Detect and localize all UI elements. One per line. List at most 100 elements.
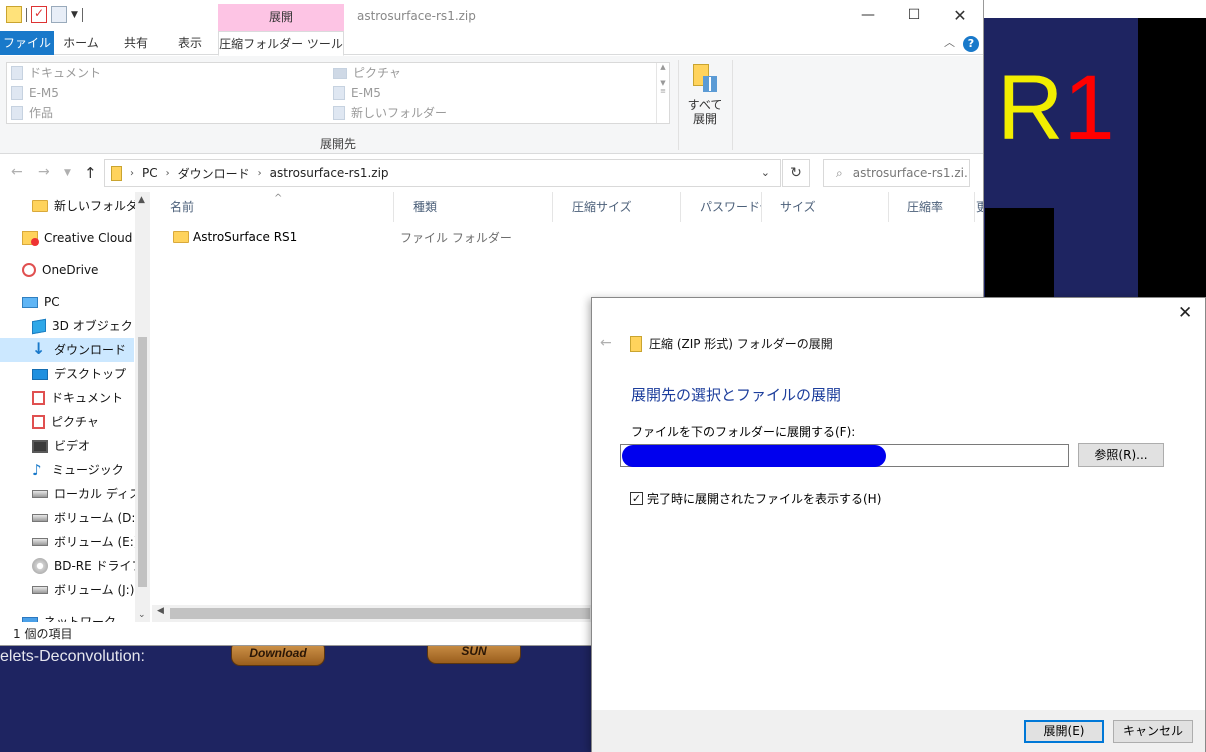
column-header-type[interactable]: 種類 [395, 192, 553, 222]
properties-icon[interactable] [31, 6, 47, 23]
bd-drive-icon [32, 558, 48, 574]
folder-icon [11, 86, 23, 100]
sidebar-scrollbar[interactable]: ▲ ⌄ [135, 192, 150, 622]
refresh-icon[interactable]: ↻ [782, 159, 810, 187]
sidebar-item-videos[interactable]: ビデオ [0, 434, 134, 458]
horizontal-scroll-thumb[interactable] [170, 608, 590, 619]
pictures-icon [333, 67, 347, 79]
breadcrumb-separator[interactable]: › [258, 168, 262, 179]
show-files-checkbox[interactable]: ✓ [630, 492, 643, 505]
breadcrumb-downloads[interactable]: ダウンロード [178, 165, 250, 182]
ribbon-divider [678, 60, 679, 150]
sidebar-item-label: ピクチャ [51, 415, 99, 429]
search-icon: ⌕ [836, 166, 843, 180]
zip-folder-icon [6, 6, 22, 23]
r1-logo-r: R [997, 57, 1064, 159]
drive-icon [32, 514, 48, 522]
scroll-down-icon[interactable]: ⌄ [138, 610, 146, 620]
sidebar-item-music[interactable]: ♪ ミュージック [0, 458, 134, 482]
destination-label: E-M5 [351, 86, 381, 100]
destination-label: ピクチャ [353, 66, 401, 80]
search-input[interactable]: ⌕ astrosurface-rs1.zi... [823, 159, 970, 187]
sidebar-item-label: ビデオ [54, 439, 91, 453]
list-item[interactable]: AstroSurface RS1 ファイル フォルダー [152, 226, 602, 248]
column-header-size[interactable]: サイズ [762, 192, 889, 222]
tab-view[interactable]: 表示 [166, 31, 214, 55]
address-history-icon[interactable]: ⌄ [761, 166, 770, 179]
destination-item[interactable]: E-M5 [11, 83, 101, 103]
destination-item[interactable]: 新しいフォルダー [333, 103, 447, 123]
dialog-footer: 展開(E) キャンセル [592, 710, 1205, 752]
sidebar-item-label: Creative Cloud Fil [44, 231, 149, 245]
redacted-path [622, 445, 886, 467]
sidebar-item-new-folder[interactable]: 新しいフォルダー [0, 194, 150, 218]
scroll-left-icon[interactable]: ◀ [157, 606, 164, 616]
column-header-password[interactable]: パスワード保... [682, 192, 762, 222]
destination-item[interactable]: 作品 [11, 103, 101, 123]
folder-icon [11, 106, 23, 120]
gallery-scrollbar[interactable]: ▲ ▼ ≡ [656, 63, 669, 123]
customize-qat-icon[interactable]: ▼ [71, 10, 78, 20]
minimize-button[interactable]: — [845, 0, 891, 31]
destination-label: E-M5 [29, 86, 59, 100]
scroll-up-icon[interactable]: ▲ [138, 195, 145, 205]
cancel-button[interactable]: キャンセル [1113, 720, 1193, 743]
extract-all-button[interactable]: すべて展開 [686, 64, 724, 126]
up-arrow-icon[interactable]: ↑ [84, 164, 97, 182]
sidebar-item-label: ミュージック [52, 463, 124, 477]
sidebar-item-volume-d[interactable]: ボリューム (D:) [0, 506, 140, 530]
breadcrumb-separator[interactable]: › [166, 168, 170, 179]
destination-item[interactable]: ピクチャ [333, 63, 447, 83]
breadcrumb-separator[interactable]: › [130, 168, 134, 179]
tab-home[interactable]: ホーム [57, 31, 105, 55]
extract-all-label: すべて展開 [687, 98, 723, 126]
sidebar-item-volume-j[interactable]: ボリューム (J:) [0, 578, 134, 602]
column-header-name[interactable]: ^ 名前 [152, 192, 394, 222]
sidebar-item-pictures[interactable]: ピクチャ [0, 410, 134, 434]
column-header-compressed-size[interactable]: 圧縮サイズ [554, 192, 681, 222]
sidebar-item-bd-re-drive[interactable]: BD-RE ドライブ (F [0, 554, 150, 578]
sidebar-item-pc[interactable]: PC [0, 290, 134, 314]
back-arrow-icon[interactable]: ← [11, 164, 23, 180]
sidebar-scroll-thumb[interactable] [138, 337, 147, 587]
recent-locations-icon[interactable]: ▼ [64, 168, 71, 178]
dialog-header: 圧縮 (ZIP 形式) フォルダーの展開 [630, 335, 833, 352]
sidebar-item-network[interactable]: ネットワーク [0, 610, 134, 622]
dialog-back-arrow-icon[interactable]: ← [600, 335, 612, 351]
browse-button[interactable]: 参照(R)... [1078, 443, 1164, 467]
tab-zip-tools[interactable]: 圧縮フォルダー ツール [218, 31, 344, 56]
network-icon [22, 617, 38, 622]
document-icon [11, 66, 23, 80]
help-icon[interactable]: ? [963, 36, 979, 52]
tab-share[interactable]: 共有 [112, 31, 160, 55]
pictures-icon [32, 415, 45, 429]
sidebar-item-3d-objects[interactable]: 3D オブジェクト [0, 314, 145, 338]
breadcrumb-pc[interactable]: PC [142, 166, 158, 180]
horizontal-scrollbar[interactable]: ◀ [152, 605, 592, 622]
breadcrumb-zip[interactable]: astrosurface-rs1.zip [270, 166, 389, 180]
sidebar-item-local-disk-c[interactable]: ローカル ディスク (C [0, 482, 150, 506]
documents-icon [32, 391, 45, 405]
sidebar-item-documents[interactable]: ドキュメント [0, 386, 134, 410]
folder-icon [32, 200, 48, 212]
tab-file[interactable]: ファイル [0, 31, 54, 55]
sidebar-item-volume-e[interactable]: ボリューム (E:) [0, 530, 138, 554]
destination-item[interactable]: E-M5 [333, 83, 447, 103]
sidebar-item-onedrive[interactable]: OneDrive [0, 258, 134, 282]
show-files-option[interactable]: ✓ 完了時に展開されたファイルを表示する(H) [630, 490, 881, 507]
new-folder-icon[interactable] [51, 6, 67, 23]
maximize-button[interactable]: ☐ [891, 0, 937, 31]
destination-path-input[interactable] [620, 444, 1069, 467]
sidebar-item-desktop[interactable]: デスクトップ [0, 362, 134, 386]
address-bar[interactable]: › PC › ダウンロード › astrosurface-rs1.zip ⌄ [104, 159, 781, 187]
dialog-close-icon[interactable]: ✕ [1178, 303, 1192, 323]
destination-item[interactable]: ドキュメント [11, 63, 101, 83]
column-header-date[interactable]: 更 [960, 192, 983, 222]
forward-arrow-icon[interactable]: → [38, 164, 50, 180]
sidebar-item-creative-cloud[interactable]: Creative Cloud Fil [0, 226, 149, 250]
sidebar-item-downloads[interactable]: ↓ ダウンロード [0, 338, 134, 362]
collapse-ribbon-icon[interactable]: ︿ [944, 34, 955, 50]
close-button[interactable]: ✕ [937, 0, 983, 31]
r1-logo: R1 [997, 62, 1115, 154]
extract-button[interactable]: 展開(E) [1024, 720, 1104, 743]
